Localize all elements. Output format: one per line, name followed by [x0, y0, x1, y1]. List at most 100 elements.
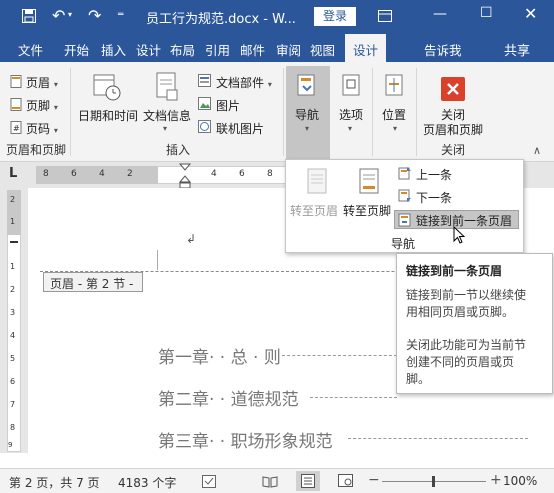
group-label-insert: 插入	[166, 143, 191, 157]
date-time-icon	[93, 74, 121, 101]
ribbon-tabs: 文件 开始 插入 设计 布局 引用 邮件 审阅 视图 设计 ⚲ 告诉我 ⚇ 共享	[0, 32, 554, 87]
vruler-number: 2	[10, 285, 16, 294]
login-button[interactable]: 登录	[314, 7, 356, 26]
chevron-down-icon: ▾	[393, 124, 398, 133]
title-bar: ↶ ▾ ↷ ═ 员工行为规范.docx - W... 登录 — ☐ ✕	[0, 0, 554, 32]
tab-design[interactable]: 设计	[136, 40, 161, 59]
goto-header-icon	[307, 168, 327, 194]
next-section-button[interactable]: 下一条	[416, 189, 452, 206]
tab-file[interactable]: 文件	[18, 40, 43, 59]
proofing-icon[interactable]	[202, 475, 216, 488]
toc-leader	[348, 438, 528, 439]
customize-qat-icon[interactable]: ═	[118, 10, 123, 20]
ruler-number: 2	[127, 169, 133, 179]
page-number-label: 页码	[26, 122, 51, 136]
vruler-number: 8	[10, 423, 16, 432]
tab-selector[interactable]: L	[9, 166, 17, 181]
toc-entry[interactable]: 第二章· · 道德规范	[158, 385, 299, 410]
tooltip-title: 链接到前一条页眉	[406, 264, 503, 278]
save-icon[interactable]	[22, 9, 36, 23]
tab-home[interactable]: 开始	[64, 40, 89, 59]
ruler-margin-left	[36, 166, 158, 184]
header-section-tag: 页眉 - 第 2 节 -	[43, 272, 143, 292]
tab-layout[interactable]: 布局	[170, 40, 195, 59]
ruler-number: 6	[71, 169, 77, 179]
tab-mailings[interactable]: 邮件	[240, 40, 265, 59]
group-divider	[283, 68, 284, 156]
chevron-down-icon: ▾	[53, 103, 58, 112]
group-label-header-footer: 页眉和页脚	[6, 143, 67, 157]
document-info-button[interactable]: 文档信息	[143, 107, 191, 124]
vruler-number: 7	[10, 400, 16, 409]
vruler-number: 9	[8, 441, 13, 449]
undo-dropdown-icon[interactable]: ▾	[68, 10, 72, 19]
zoom-in-icon[interactable]: +	[490, 472, 502, 488]
tab-insert[interactable]: 插入	[101, 40, 126, 59]
tooltip-text: 创建不同的页眉或页	[406, 355, 515, 369]
read-mode-icon[interactable]	[262, 475, 278, 488]
page-count[interactable]: 第 2 页，共 7 页	[9, 474, 100, 491]
status-bar: 第 2 页，共 7 页 4183 个字 − + 100%	[0, 468, 554, 493]
ruler-number: 8	[43, 169, 49, 179]
picture-icon	[198, 97, 211, 110]
tooltip-text: 关闭此功能可为当前节	[406, 338, 527, 352]
chevron-down-icon: ▾	[348, 124, 353, 133]
group-divider	[70, 68, 71, 156]
redo-icon[interactable]: ↷	[88, 6, 101, 25]
close-label-line2[interactable]: 页眉和页脚	[423, 121, 483, 138]
header-label: 页眉	[26, 76, 51, 90]
ruler-number: 8	[267, 169, 273, 179]
navigation-dropdown: 转至页眉 转至页脚 上一条 下一条 链接到前一条页眉 导航	[285, 159, 524, 253]
tab-header-footer-design[interactable]: 设计	[345, 34, 387, 62]
tab-references[interactable]: 引用	[205, 40, 230, 59]
zoom-out-icon[interactable]: −	[368, 472, 380, 488]
group-divider	[372, 68, 373, 156]
options-button[interactable]: 选项	[339, 106, 363, 123]
web-layout-icon[interactable]	[338, 474, 354, 488]
goto-footer-button[interactable]: 转至页脚	[343, 202, 391, 219]
page-number-icon: #	[10, 121, 22, 134]
tab-view[interactable]: 视图	[310, 40, 335, 59]
tell-me-search[interactable]: 告诉我	[424, 40, 462, 59]
footer-label: 页脚	[26, 99, 51, 113]
header-button[interactable]: 页眉 ▾	[26, 74, 58, 91]
undo-icon[interactable]: ↶	[52, 6, 65, 25]
navigation-button[interactable]: 导航 ▾	[286, 66, 330, 160]
vruler-number: 1	[10, 262, 16, 271]
vruler-number: 2	[10, 195, 16, 204]
toc-entry[interactable]: 第三章· · 职场形象规范	[158, 427, 333, 452]
word-count[interactable]: 4183 个字	[118, 474, 176, 491]
zoom-level[interactable]: 100%	[503, 474, 537, 488]
document-info-icon	[156, 72, 178, 101]
goto-footer-icon	[359, 168, 379, 194]
position-button[interactable]: 位置	[382, 106, 406, 123]
navigation-icon	[297, 74, 315, 96]
print-layout-icon	[301, 474, 315, 488]
mouse-cursor-icon	[453, 226, 466, 244]
date-time-button[interactable]: 日期和时间	[78, 107, 138, 124]
goto-header-button[interactable]: 转至页眉	[290, 202, 338, 219]
share-button[interactable]: 共享	[504, 40, 530, 59]
close-window-icon[interactable]: ✕	[524, 4, 537, 23]
minimize-icon[interactable]: —	[433, 6, 447, 22]
chevron-down-icon: ▾	[163, 124, 168, 133]
picture-button[interactable]: 图片	[216, 97, 240, 114]
collapse-ribbon-icon[interactable]: ∧	[533, 144, 541, 157]
page-number-button[interactable]: 页码 ▾	[26, 120, 58, 137]
ribbon-display-options-icon[interactable]	[378, 10, 392, 22]
svg-text:#: #	[13, 124, 20, 133]
print-layout-button[interactable]	[296, 471, 320, 491]
group-divider	[416, 68, 417, 156]
footer-button[interactable]: 页脚 ▾	[26, 97, 58, 114]
document-title: 员工行为规范.docx - W...	[146, 12, 296, 27]
zoom-slider-thumb[interactable]	[432, 476, 435, 487]
toc-entry[interactable]: 第一章· · 总 · 则	[158, 343, 281, 368]
tab-review[interactable]: 审阅	[276, 40, 301, 59]
close-header-footer-icon	[441, 77, 465, 101]
link-to-previous-icon	[398, 213, 411, 227]
online-picture-button[interactable]: 联机图片	[216, 120, 264, 137]
document-parts-button[interactable]: 文档部件 ▾	[216, 74, 272, 91]
navigation-group-label: 导航	[391, 237, 416, 251]
maximize-icon[interactable]: ☐	[480, 5, 493, 21]
previous-section-button[interactable]: 上一条	[416, 166, 452, 183]
